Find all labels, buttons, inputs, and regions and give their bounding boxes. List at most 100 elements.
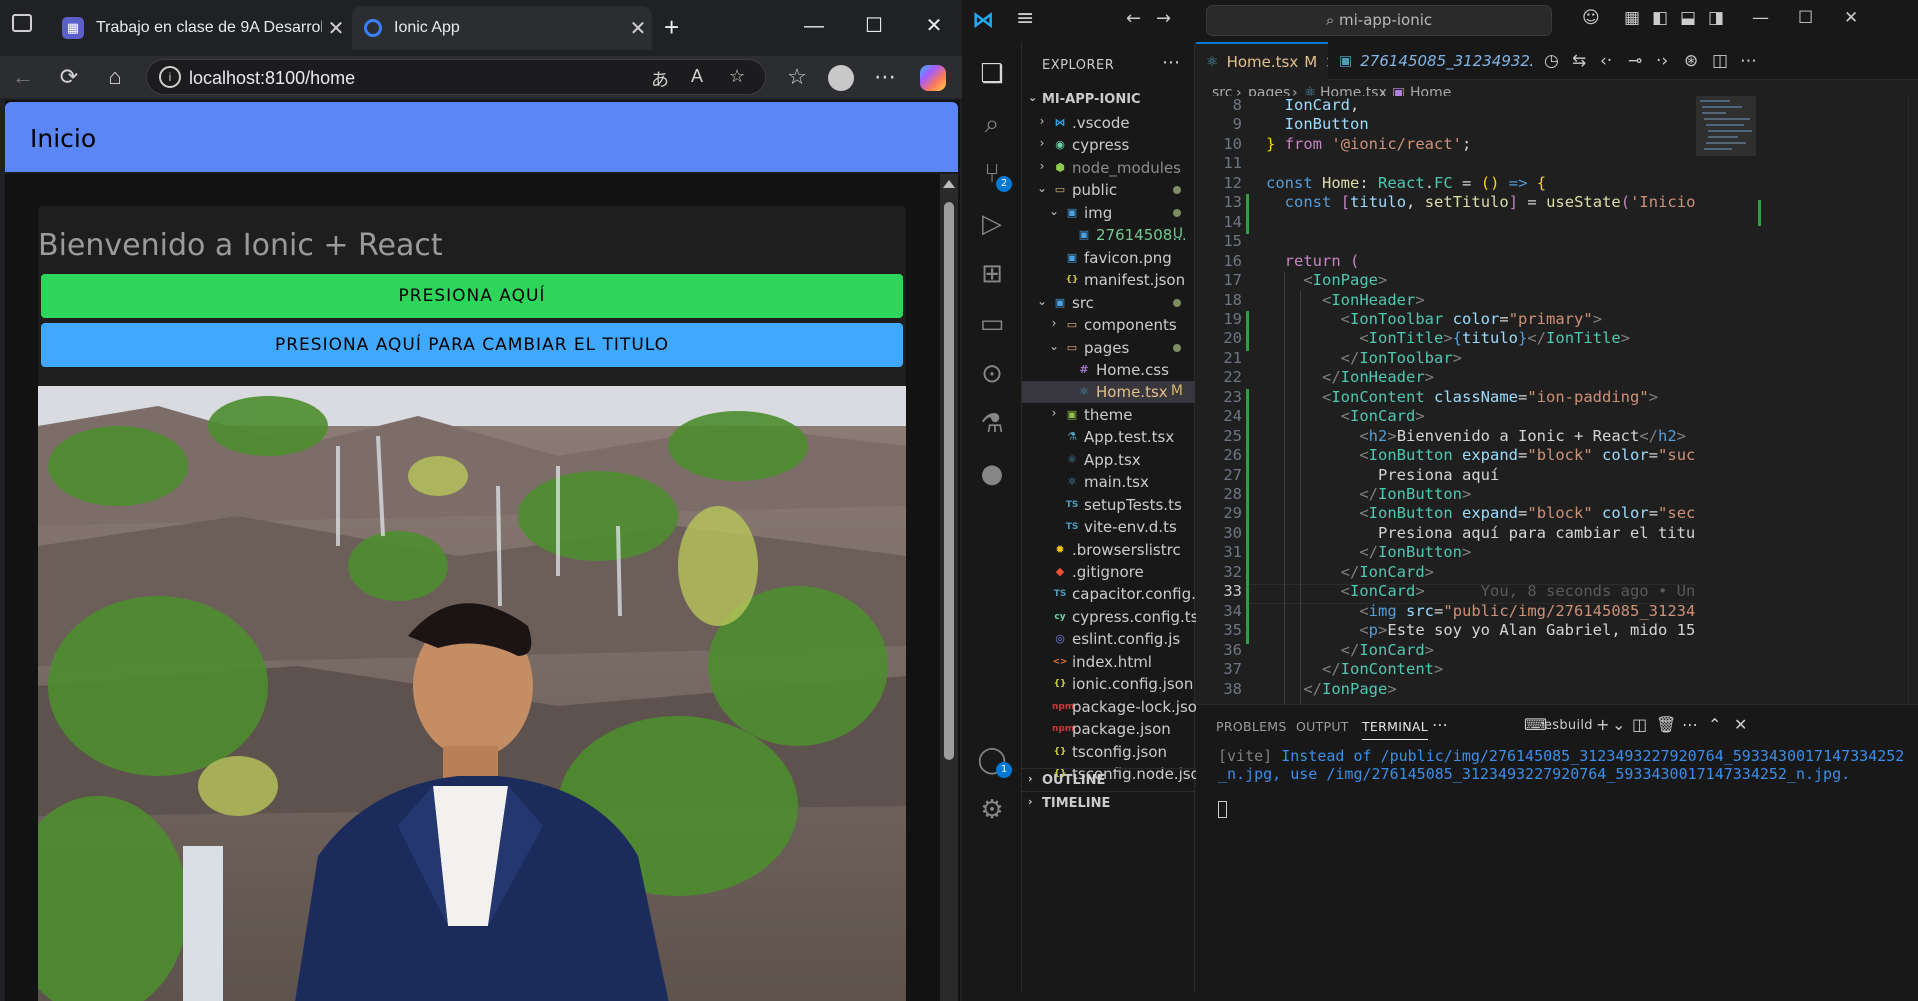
- tree-file[interactable]: cy cypress.config.ts: [1022, 606, 1198, 628]
- tree-file[interactable]: ⚛ main.tsx: [1022, 471, 1195, 493]
- tab-problems[interactable]: PROBLEMS: [1216, 719, 1287, 734]
- tree-file[interactable]: ⚛ App.tsx: [1022, 449, 1195, 471]
- trash-icon[interactable]: 🗑: [1656, 715, 1676, 734]
- minimap[interactable]: [1696, 96, 1918, 704]
- split-terminal-icon[interactable]: ◫: [1632, 715, 1647, 734]
- close-icon[interactable]: ✕: [624, 16, 652, 41]
- page-scrollbar[interactable]: [940, 174, 958, 1001]
- timeline-history-icon[interactable]: ◷: [1544, 51, 1559, 71]
- github-icon[interactable]: ●: [974, 456, 1010, 492]
- tree-folder[interactable]: › ▣ theme: [1022, 404, 1195, 426]
- tree-file[interactable]: ◎ eslint.config.js: [1022, 628, 1195, 650]
- commit-icon[interactable]: ⊸: [1628, 51, 1642, 71]
- search-icon[interactable]: ⌕: [974, 106, 1010, 142]
- maximize-button[interactable]: ☐: [856, 10, 892, 42]
- change-title-button[interactable]: PRESIONA AQUÍ PARA CAMBIAR EL TITULO: [41, 323, 903, 367]
- next-change-icon[interactable]: ·›: [1656, 51, 1668, 71]
- tree-file[interactable]: npm package.json: [1022, 718, 1195, 740]
- tree-folder[interactable]: ⌄ ▣ src: [1022, 292, 1195, 314]
- maximize-button[interactable]: ☐: [1798, 8, 1813, 28]
- git-lens-icon[interactable]: ⊛: [1684, 51, 1698, 71]
- terminal-name[interactable]: esbuild: [1544, 718, 1593, 733]
- tree-folder[interactable]: › ⋈ .vscode: [1022, 112, 1195, 134]
- more-actions-icon[interactable]: ⋯: [1432, 715, 1448, 734]
- menu-icon[interactable]: ≡: [1016, 6, 1046, 31]
- favorite-star-icon[interactable]: ☆: [729, 66, 745, 87]
- immersive-reader-icon[interactable]: A: [691, 66, 703, 87]
- profile-avatar[interactable]: [828, 65, 854, 91]
- more-menu-icon[interactable]: ⋯: [870, 62, 900, 92]
- browser-tab-ionic[interactable]: Ionic App ✕: [352, 6, 652, 50]
- nav-forward-icon[interactable]: →: [1156, 8, 1171, 29]
- minimize-button[interactable]: —: [796, 10, 832, 42]
- tree-file[interactable]: ▣ favicon.png: [1022, 247, 1195, 269]
- testing-icon[interactable]: ⚗: [974, 406, 1010, 442]
- gear-icon[interactable]: ⚙: [974, 792, 1010, 828]
- code-editor[interactable]: 8 IonCard, 9 IonButton 10} from '@ionic/re…: [1196, 96, 1696, 704]
- back-button[interactable]: ←: [8, 62, 38, 92]
- tree-file[interactable]: TS capacitor.config.ts: [1022, 583, 1210, 605]
- toggle-panel-icon[interactable]: ⬓: [1680, 8, 1696, 28]
- previous-change-icon[interactable]: ‹·: [1600, 51, 1612, 71]
- outline-section[interactable]: › OUTLINE: [1022, 768, 1195, 790]
- layout-icon[interactable]: ▦: [1624, 8, 1640, 28]
- favorites-icon[interactable]: ☆: [782, 62, 812, 92]
- editor-tab-image[interactable]: ▣ 276145085_3123493227920764_59334300171…: [1329, 42, 1532, 80]
- tab-output[interactable]: OUTPUT: [1296, 719, 1349, 734]
- chevron-down-icon[interactable]: ⌄: [1612, 715, 1625, 734]
- browser-tab-teams[interactable]: ▦ Trabajo en clase de 9A Desarrollo ✕: [50, 6, 350, 50]
- command-center-search[interactable]: ⌕ mi-app-ionic: [1206, 5, 1552, 36]
- read-aloud-icon[interactable]: あ: [651, 66, 669, 92]
- close-icon[interactable]: ✕: [322, 16, 350, 41]
- maximize-panel-icon[interactable]: ⌃: [1708, 715, 1721, 734]
- tree-file[interactable]: ✹ .browserslistrc: [1022, 539, 1195, 561]
- timeline-section[interactable]: › TIMELINE: [1022, 791, 1195, 813]
- tree-folder[interactable]: › ⬢ node_modules: [1022, 157, 1195, 179]
- run-debug-icon[interactable]: ▷: [974, 206, 1010, 242]
- split-editor-icon[interactable]: ◫: [1712, 51, 1728, 71]
- copilot-icon[interactable]: [920, 65, 946, 91]
- tree-file[interactable]: {} ionic.config.json: [1022, 673, 1195, 695]
- tree-file[interactable]: # Home.css: [1022, 359, 1195, 381]
- project-root[interactable]: ⌄ MI-APP-IONIC: [1022, 88, 1195, 112]
- url-input[interactable]: i localhost:8100/home あ A ☆: [146, 59, 766, 95]
- close-panel-icon[interactable]: ✕: [1734, 715, 1747, 734]
- tree-folder[interactable]: › ◉ cypress: [1022, 134, 1195, 156]
- more-actions-icon[interactable]: ⋯: [1740, 51, 1757, 71]
- scrollbar-thumb[interactable]: [944, 202, 954, 760]
- tree-file[interactable]: {} tsconfig.json: [1022, 741, 1195, 763]
- tree-file[interactable]: ▣ 27614508... U: [1022, 224, 1195, 246]
- nav-back-icon[interactable]: ←: [1126, 8, 1141, 29]
- compare-changes-icon[interactable]: ⇆: [1572, 51, 1586, 71]
- git-graph-icon[interactable]: ⊙: [974, 356, 1010, 392]
- explorer-icon[interactable]: ❏: [974, 56, 1010, 92]
- new-terminal-icon[interactable]: +: [1596, 715, 1609, 734]
- source-control-icon[interactable]: ⑂ 2: [974, 156, 1012, 192]
- scroll-up-arrow-icon[interactable]: [943, 180, 955, 188]
- tree-folder[interactable]: ⌄ ▭ public: [1022, 179, 1195, 201]
- extensions-icon[interactable]: ⊞: [974, 256, 1010, 292]
- close-window-button[interactable]: ✕: [916, 10, 952, 42]
- tree-file[interactable]: ◆ .gitignore: [1022, 561, 1195, 583]
- copilot-icon[interactable]: ☺: [1582, 8, 1600, 28]
- terminal-output[interactable]: [vite] Instead of /public/img/276145085_…: [1218, 747, 1908, 783]
- tree-file[interactable]: ⚛ Home.tsx M: [1022, 381, 1195, 404]
- tab-actions-icon[interactable]: [12, 14, 32, 32]
- tree-folder[interactable]: ⌄ ▣ img: [1022, 202, 1195, 224]
- editor-tab-home-tsx[interactable]: ⚛ Home.tsx M ✕: [1196, 42, 1328, 80]
- refresh-button[interactable]: ⟳: [54, 62, 84, 92]
- tree-file[interactable]: <> index.html: [1022, 651, 1195, 673]
- minimap-slider[interactable]: [1696, 96, 1756, 156]
- tree-file[interactable]: TS setupTests.ts: [1022, 494, 1195, 516]
- tree-folder[interactable]: ⌄ ▭ pages: [1022, 337, 1195, 359]
- accounts-icon[interactable]: ◯ 1: [974, 742, 1012, 778]
- folder-icon[interactable]: ▭: [974, 306, 1010, 342]
- minimize-button[interactable]: —: [1752, 8, 1769, 28]
- tree-folder[interactable]: › ▭ components: [1022, 314, 1195, 336]
- close-icon[interactable]: ✕: [1325, 53, 1328, 72]
- tree-file[interactable]: TS vite-env.d.ts: [1022, 516, 1195, 538]
- tree-file[interactable]: ⚗ App.test.tsx: [1022, 426, 1195, 448]
- ion-content[interactable]: Bienvenido a Ionic + React PRESIONA AQUÍ…: [5, 174, 940, 1001]
- home-button[interactable]: ⌂: [100, 62, 130, 92]
- tree-file[interactable]: npm package-lock.json: [1022, 696, 1206, 718]
